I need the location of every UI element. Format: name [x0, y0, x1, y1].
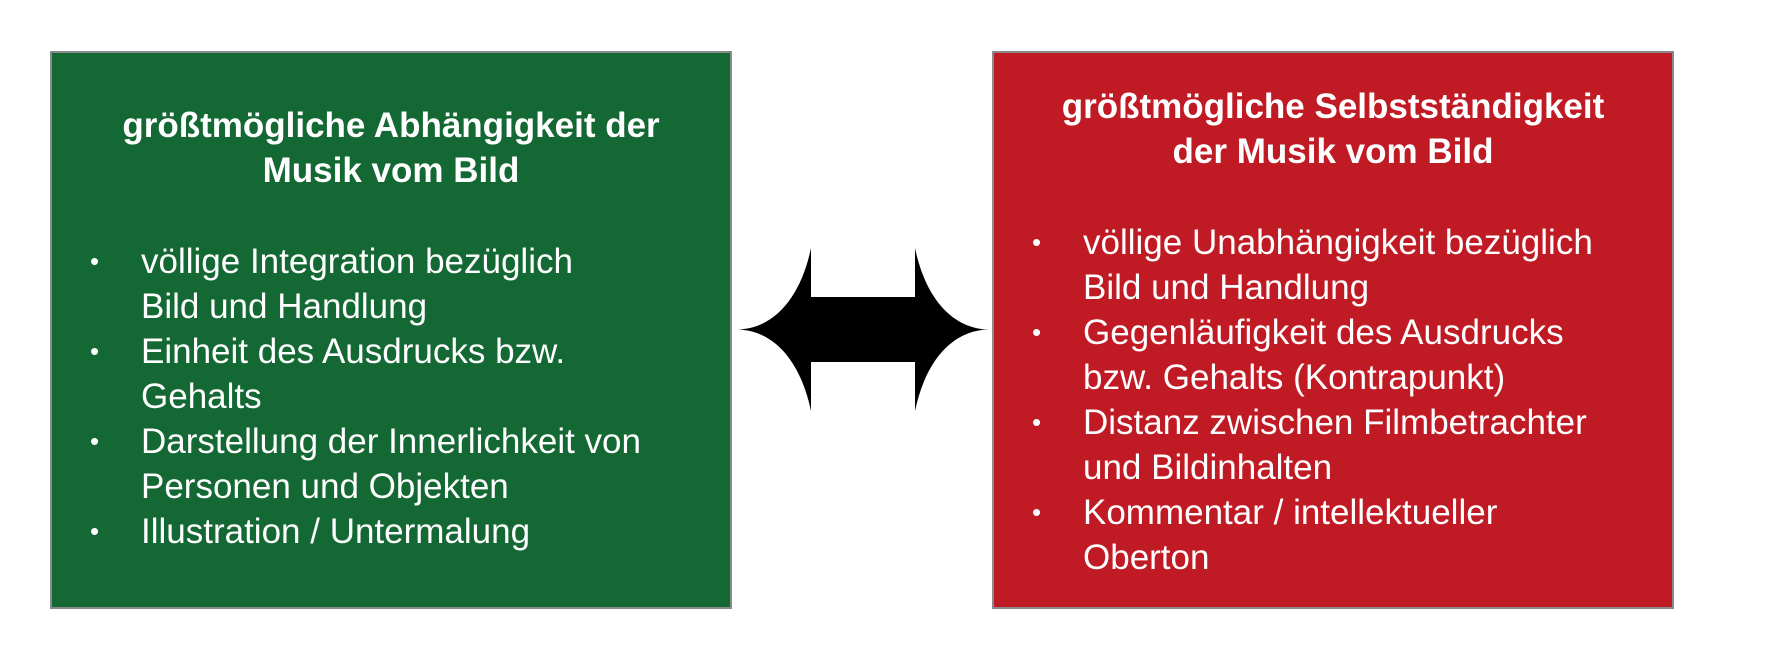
bullet-icon: •	[90, 426, 100, 456]
panel-title-dependence: größtmögliche Abhängigkeit der Musik vom…	[52, 53, 730, 193]
list-item: • völlige Unabhängigkeit bezüglich Bild …	[994, 220, 1672, 310]
bullet-icon: •	[1032, 317, 1042, 347]
list-item: • Illustration / Untermalung	[52, 509, 730, 554]
bullet-icon: •	[90, 336, 100, 366]
item-line: Kommentar / intellektueller	[1083, 493, 1498, 532]
list-item: • völlige Integration bezüglich Bild und…	[52, 239, 730, 329]
item-line: Gegenläufigkeit des Ausdrucks	[1083, 313, 1564, 352]
item-line: Bild und Handlung	[141, 287, 428, 326]
panel-music-independence: größtmögliche Selbstständigkeit der Musi…	[992, 51, 1674, 609]
item-line: Distanz zwischen Filmbetrachter	[1083, 403, 1587, 442]
bullet-icon: •	[90, 516, 100, 546]
dependence-item-list: • völlige Integration bezüglich Bild und…	[52, 239, 730, 554]
list-item: • Distanz zwischen Filmbetrachter und Bi…	[994, 400, 1672, 490]
list-item: • Kommentar / intellektueller Oberton	[994, 490, 1672, 580]
arrow-shape	[737, 248, 989, 411]
title-line: größtmögliche Abhängigkeit der	[122, 106, 660, 145]
list-item: • Einheit des Ausdrucks bzw. Gehalts	[52, 329, 730, 419]
independence-item-list: • völlige Unabhängigkeit bezüglich Bild …	[994, 220, 1672, 580]
item-line: Einheit des Ausdrucks bzw.	[141, 332, 566, 371]
title-line: größtmögliche Selbstständigkeit	[1061, 87, 1605, 126]
item-line: Oberton	[1083, 538, 1210, 577]
bullet-icon: •	[1032, 407, 1042, 437]
item-line: Bild und Handlung	[1083, 268, 1370, 307]
title-line: der Musik vom Bild	[1172, 132, 1494, 171]
double-headed-arrow-icon	[737, 248, 989, 411]
item-line: bzw. Gehalts (Kontrapunkt)	[1083, 358, 1506, 397]
list-item: • Gegenläufigkeit des Ausdrucks bzw. Geh…	[994, 310, 1672, 400]
bullet-icon: •	[1032, 497, 1042, 527]
title-line: Musik vom Bild	[262, 151, 520, 190]
bullet-icon: •	[1032, 227, 1042, 257]
item-line: völlige Unabhängigkeit bezüglich	[1083, 223, 1593, 262]
list-item: • Darstellung der Innerlichkeit von Pers…	[52, 419, 730, 509]
item-line: und Bildinhalten	[1083, 448, 1333, 487]
item-line: völlige Integration bezüglich	[141, 242, 573, 281]
item-line: Gehalts	[141, 377, 262, 416]
item-line: Darstellung der Innerlichkeit von	[141, 422, 641, 461]
item-line: Personen und Objekten	[141, 467, 509, 506]
panel-title-independence: größtmögliche Selbstständigkeit der Musi…	[994, 53, 1672, 174]
item-line: Illustration / Untermalung	[141, 512, 531, 551]
bullet-icon: •	[90, 246, 100, 276]
panel-music-dependence: größtmögliche Abhängigkeit der Musik vom…	[50, 51, 732, 609]
